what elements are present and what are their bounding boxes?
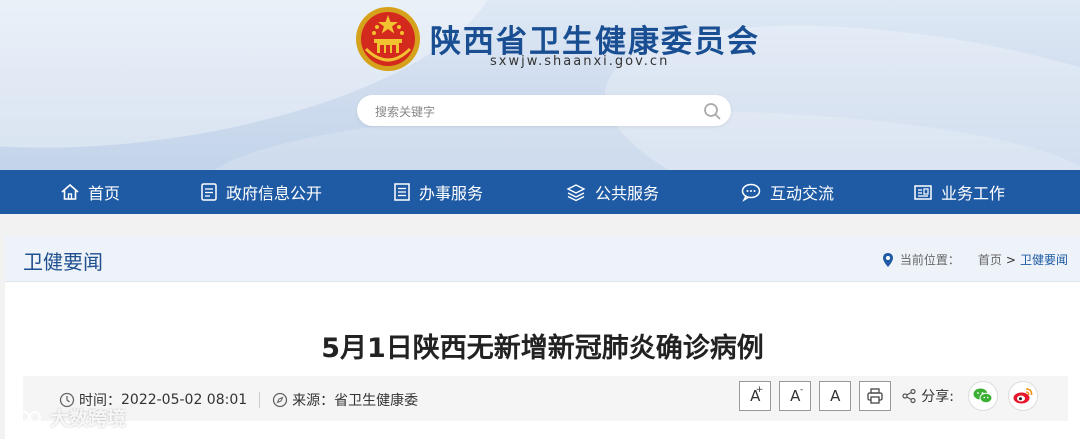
article-title: 5月1日陕西无新增新冠肺炎确诊病例: [321, 333, 764, 364]
main-nav: 首页 政府信息公开 办事服务 公共服务 互动交流 业务工作: [0, 170, 1080, 214]
source-value: 省卫生健康委: [334, 393, 419, 409]
printer-icon: [867, 388, 883, 404]
national-emblem-icon: [356, 7, 420, 71]
font-increase-mark: +: [755, 385, 764, 395]
content-panel: 卫健要闻 当前位置： 首页 > 卫健要闻 5月1日陕西无新增新冠肺炎确诊病例 时…: [5, 236, 1080, 439]
nav-label: 首页: [88, 184, 121, 203]
breadcrumb: 当前位置： 首页 > 卫健要闻: [882, 251, 1068, 268]
breadcrumb-separator: >: [1005, 252, 1016, 267]
chat-icon: [741, 183, 761, 202]
font-decrease-button[interactable]: A-: [779, 381, 812, 411]
share-weibo-button[interactable]: [1008, 381, 1038, 411]
layers-icon: [566, 184, 586, 202]
form-icon: [394, 183, 410, 201]
print-button[interactable]: [859, 381, 892, 411]
nav-item-interaction[interactable]: 互动交流: [740, 170, 834, 214]
nav-label: 办事服务: [419, 184, 484, 203]
nav-item-services[interactable]: 办事服务: [393, 170, 483, 214]
breadcrumb-current-link[interactable]: 卫健要闻: [1020, 251, 1068, 268]
section-title: 卫健要闻: [23, 250, 103, 274]
nav-item-business[interactable]: 业务工作: [913, 170, 1005, 214]
search-box[interactable]: 搜索关键字: [357, 95, 731, 126]
breadcrumb-home-link[interactable]: 首页: [978, 251, 1002, 268]
site-domain: sxwjw.shaanxi.gov.cn: [490, 54, 670, 69]
source-label: 来源：: [292, 393, 335, 409]
nav-label: 业务工作: [941, 184, 1006, 203]
font-reset-button[interactable]: A: [819, 381, 852, 411]
wechat-icon: [973, 388, 993, 404]
nav-label: 政府信息公开: [226, 184, 323, 203]
location-pin-icon: [882, 252, 893, 267]
article-source: 来源： 省卫生健康委: [272, 390, 418, 410]
watermark-logo-icon: [10, 409, 41, 425]
section-header: 卫健要闻 当前位置： 首页 > 卫健要闻: [5, 236, 1080, 282]
font-decrease-label: A: [790, 387, 801, 405]
font-decrease-mark: -: [800, 385, 804, 395]
nav-item-gov-info[interactable]: 政府信息公开: [200, 170, 322, 214]
nav-label: 公共服务: [595, 184, 660, 203]
share-wechat-button[interactable]: [968, 381, 998, 411]
weibo-icon: [1013, 388, 1033, 404]
share-label-text: 分享:: [921, 389, 954, 405]
home-icon: [61, 183, 79, 200]
meta-divider: [259, 392, 261, 408]
briefcase-icon: [914, 185, 932, 200]
nav-item-home[interactable]: 首页: [60, 170, 120, 214]
header-banner: 陕西省卫生健康委员会 sxwjw.shaanxi.gov.cn 搜索关键字: [0, 0, 1080, 170]
share-label: 分享:: [901, 386, 954, 406]
font-increase-button[interactable]: A +: [739, 381, 772, 411]
article-tools: A + A- A 分享:: [739, 381, 1048, 411]
article-meta-bar: 时间： 2022-05-02 08:01 来源： 省卫生健康委 A + A- A…: [23, 376, 1068, 421]
document-icon: [201, 183, 217, 201]
search-input[interactable]: 搜索关键字: [375, 103, 435, 120]
time-value: 2022-05-02 08:01: [121, 392, 248, 408]
font-reset-label: A: [830, 387, 841, 405]
compass-icon: [273, 392, 288, 408]
breadcrumb-label: 当前位置：: [899, 253, 960, 267]
share-icon: [902, 388, 916, 404]
nav-label: 互动交流: [770, 184, 835, 203]
watermark-text: 大数跨境: [50, 408, 127, 430]
watermark: 大数跨境: [8, 404, 126, 431]
nav-item-public[interactable]: 公共服务: [565, 170, 659, 214]
search-icon[interactable]: [701, 100, 723, 122]
